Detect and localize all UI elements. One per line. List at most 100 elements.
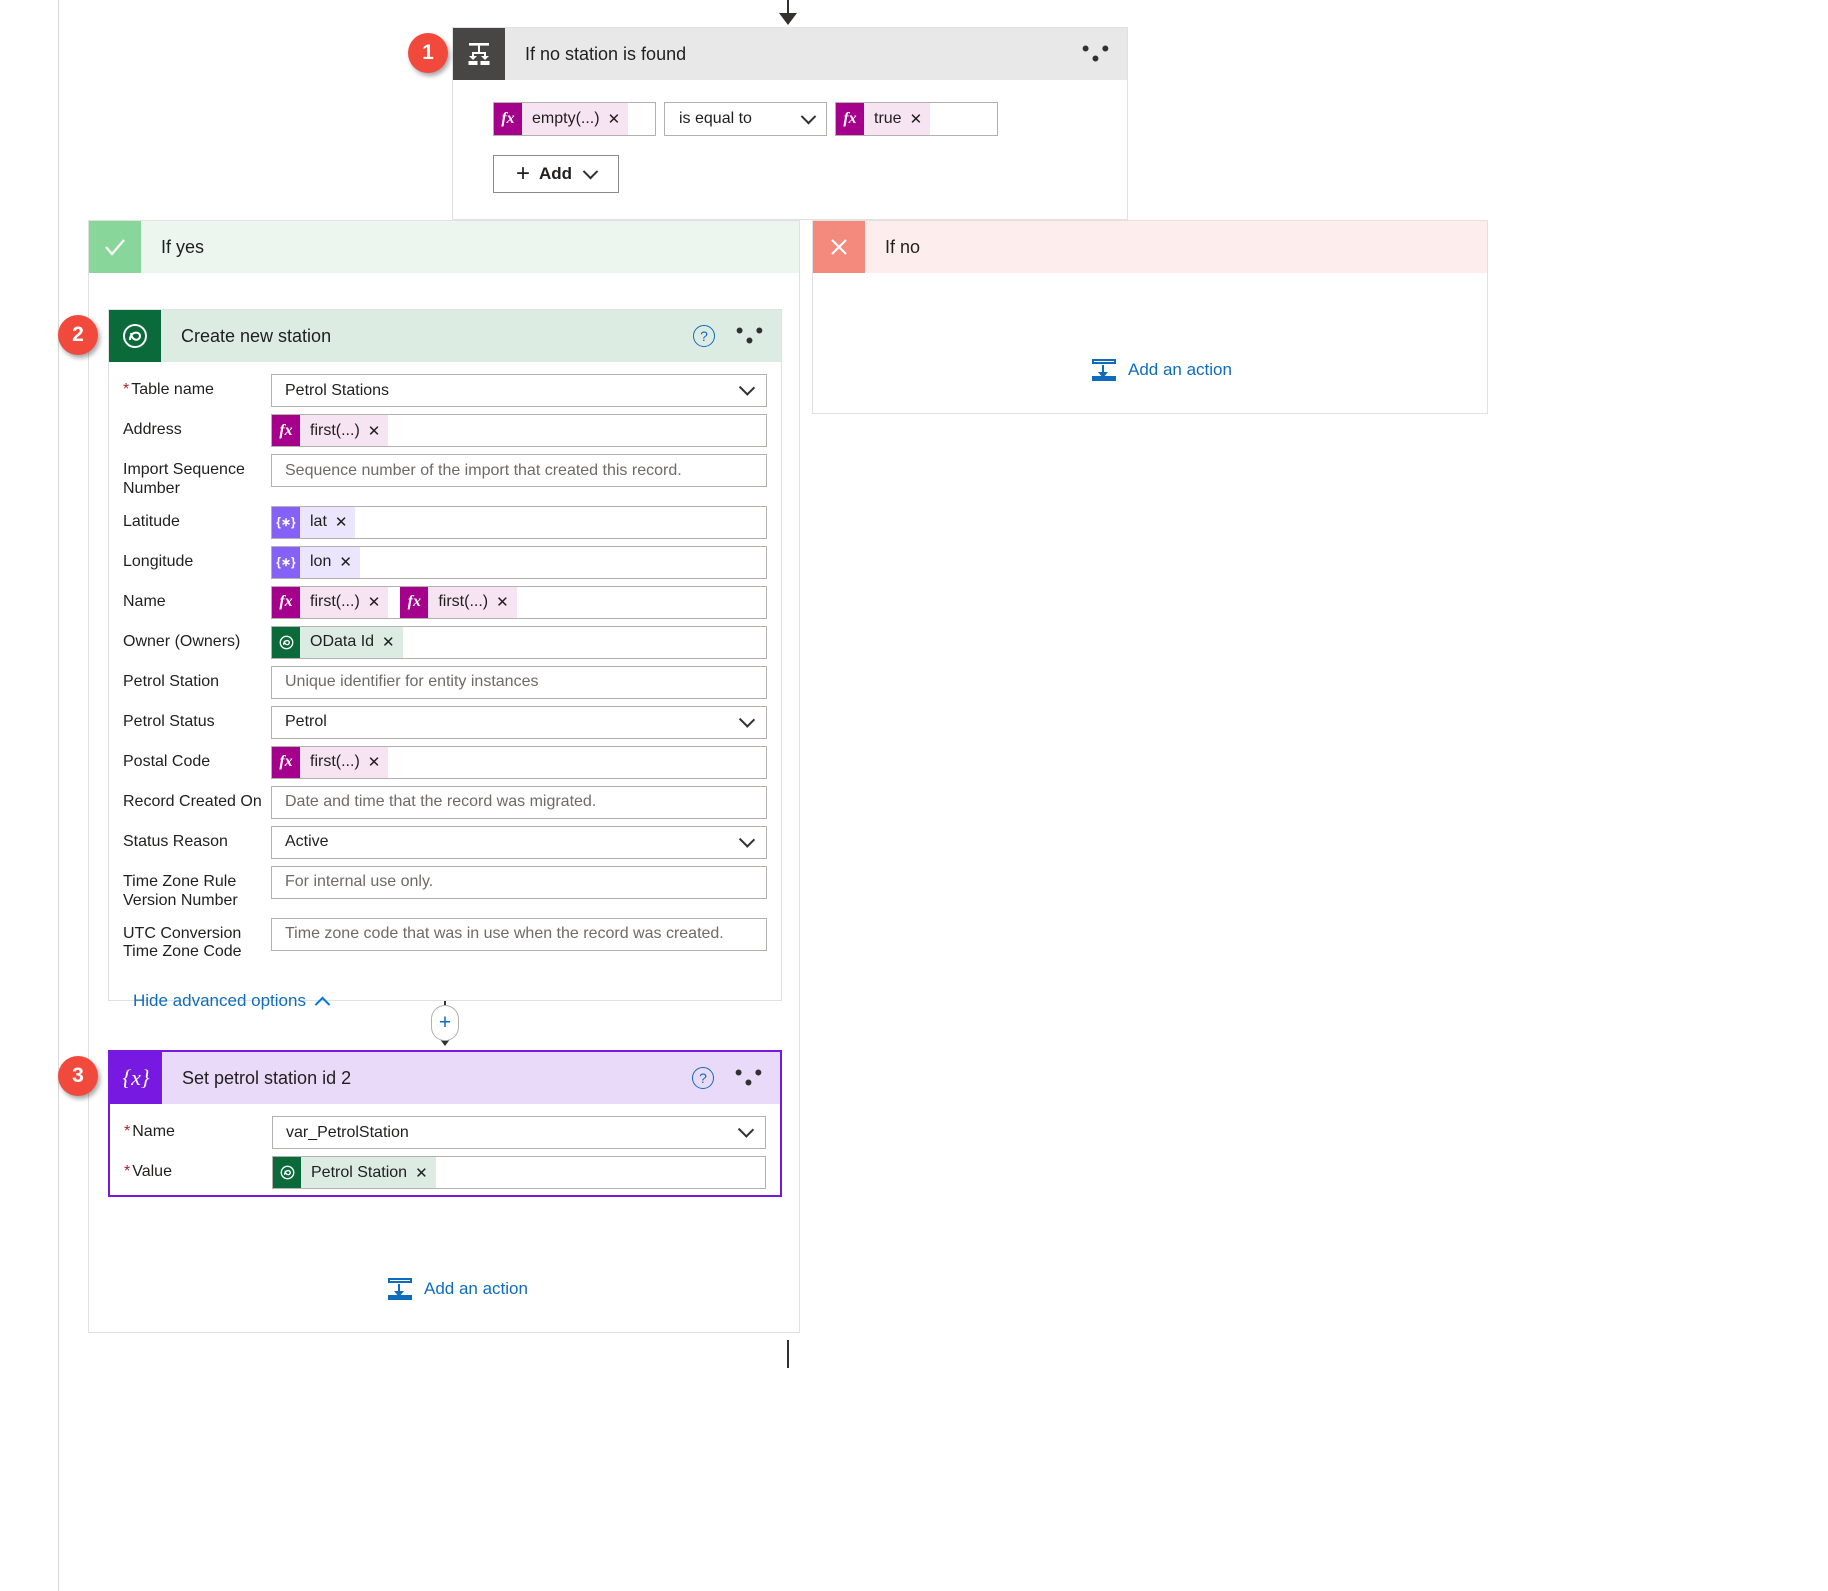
token-remove-icon[interactable]: ✕ xyxy=(382,633,395,651)
field-input[interactable]: Time zone code that was in use when the … xyxy=(271,918,767,951)
field-input[interactable]: Unique identifier for entity instances xyxy=(271,666,767,699)
token-remove-icon[interactable]: ✕ xyxy=(368,422,381,440)
set-petrol-station-id-card[interactable]: {x} Set petrol station id 2 ? • • • * Nam… xyxy=(108,1050,782,1197)
field-input[interactable]: var_PetrolStation xyxy=(272,1116,766,1149)
field-input[interactable]: OData Id✕ xyxy=(271,626,767,659)
expression-icon: {∗} xyxy=(272,507,300,538)
token: fxfirst(...)✕ xyxy=(272,587,388,618)
token: {∗}lon✕ xyxy=(272,547,360,578)
token-remove-icon[interactable]: ✕ xyxy=(496,593,509,611)
chevron-up-icon xyxy=(315,996,331,1012)
token-label: empty(...) ✕ xyxy=(522,103,628,135)
token-label: first(...)✕ xyxy=(300,415,388,446)
condition-right-operand-input[interactable]: fx true ✕ xyxy=(835,102,998,136)
field-label: Time Zone Rule Version Number xyxy=(123,866,271,911)
add-condition-label: Add xyxy=(539,164,572,184)
cross-icon xyxy=(813,221,865,273)
condition-card[interactable]: If no station is found • • • fx empty(..… xyxy=(452,27,1128,220)
field-label-text: Longitude xyxy=(123,553,193,570)
branch-if-yes-label: If yes xyxy=(161,237,204,258)
token: {∗}lat✕ xyxy=(272,507,355,538)
field-label-text: Name xyxy=(132,1123,175,1140)
token-text: true xyxy=(874,110,902,128)
field-label: Address xyxy=(123,414,271,440)
chevron-down-icon xyxy=(801,108,817,124)
token-label: lon ✕ xyxy=(300,547,360,578)
step-badge-3: 3 xyxy=(58,1056,98,1096)
connector-arrow-into-condition xyxy=(779,13,797,25)
form-row: Postal Code fxfirst(...)✕ xyxy=(123,746,767,779)
form-row: Status ReasonActive xyxy=(123,826,767,859)
add-condition-button[interactable]: + Add xyxy=(493,155,619,193)
token-list: OData Id✕ xyxy=(272,627,403,658)
field-value: Petrol xyxy=(285,713,327,731)
field-label-text: Name xyxy=(123,593,166,610)
token-text: first(...) xyxy=(310,593,360,611)
checkmark-icon xyxy=(89,221,141,273)
token-label: Petrol Station✕ xyxy=(301,1157,436,1188)
set-petrol-station-id-more-button[interactable]: • • • xyxy=(734,1068,780,1088)
form-row: *Namevar_PetrolStation xyxy=(124,1116,766,1149)
field-input[interactable]: {∗}lat✕ xyxy=(271,506,767,539)
field-input[interactable]: Sequence number of the import that creat… xyxy=(271,454,767,487)
field-value: Active xyxy=(285,833,329,851)
token-remove-icon[interactable]: ✕ xyxy=(415,1164,428,1182)
set-petrol-station-id-header[interactable]: {x} Set petrol station id 2 ? • • • xyxy=(110,1052,780,1104)
form-row: Time Zone Rule Version Number For interna… xyxy=(123,866,767,911)
insert-step-button[interactable]: + xyxy=(431,1005,459,1041)
field-input[interactable]: fxfirst(...)✕fxfirst(...)✕ xyxy=(271,586,767,619)
field-placeholder: For internal use only. xyxy=(285,873,433,891)
condition-icon xyxy=(453,28,505,80)
field-label: Record Created On xyxy=(123,786,271,812)
form-row: Petrol StationUnique identifier for enti… xyxy=(123,666,767,699)
chevron-down-icon[interactable] xyxy=(739,380,755,396)
field-input[interactable]: For internal use only. xyxy=(271,866,767,899)
add-action-button-if-yes[interactable]: Add an action xyxy=(388,1278,528,1300)
token-remove-icon[interactable]: ✕ xyxy=(368,753,381,771)
chevron-down-icon[interactable] xyxy=(739,711,755,727)
token-remove-icon[interactable]: ✕ xyxy=(368,593,381,611)
help-icon[interactable]: ? xyxy=(693,325,715,347)
fx-icon: fx xyxy=(272,747,300,778)
hide-advanced-options-toggle[interactable]: Hide advanced options xyxy=(133,991,328,1011)
chevron-down-icon[interactable] xyxy=(738,1122,754,1138)
help-icon[interactable]: ? xyxy=(692,1067,714,1089)
field-label-text: Value xyxy=(132,1163,172,1180)
create-new-station-more-button[interactable]: • • • xyxy=(735,326,781,346)
token-remove-icon[interactable]: ✕ xyxy=(910,110,923,128)
insert-action-icon xyxy=(388,1278,412,1300)
field-input[interactable]: Date and time that the record was migrat… xyxy=(271,786,767,819)
required-marker: * xyxy=(124,1163,130,1180)
field-input[interactable]: fxfirst(...)✕ xyxy=(271,746,767,779)
form-row: Addressfxfirst(...)✕ xyxy=(123,414,767,447)
token: fxfirst(...)✕ xyxy=(272,415,388,446)
field-input[interactable]: Petrol xyxy=(271,706,767,739)
condition-card-body: fx empty(...) ✕ is equal to fx true ✕ xyxy=(453,80,1127,219)
condition-card-title: If no station is found xyxy=(525,44,1081,65)
field-input[interactable]: Petrol Station✕ xyxy=(272,1156,766,1189)
token: OData Id✕ xyxy=(272,627,403,658)
field-input[interactable]: {∗}lon✕ xyxy=(271,546,767,579)
field-label-text: Petrol Status xyxy=(123,713,215,730)
token-label: true ✕ xyxy=(864,103,930,135)
create-new-station-header[interactable]: Create new station ? • • • xyxy=(109,310,781,362)
token: Petrol Station✕ xyxy=(273,1157,436,1188)
field-label-text: Postal Code xyxy=(123,753,210,770)
condition-left-operand-input[interactable]: fx empty(...) ✕ xyxy=(493,102,656,136)
form-row: Import Sequence NumberSequence number of… xyxy=(123,454,767,499)
form-row: *Value Petrol Station✕ xyxy=(124,1156,766,1189)
create-new-station-card[interactable]: Create new station ? • • • *Table namePe… xyxy=(108,309,782,1001)
condition-more-button[interactable]: • • • xyxy=(1081,44,1127,64)
token-remove-icon[interactable]: ✕ xyxy=(608,110,621,128)
field-input[interactable]: Petrol Stations xyxy=(271,374,767,407)
token-remove-icon[interactable]: ✕ xyxy=(339,553,352,571)
token-text: lon xyxy=(310,553,331,571)
add-action-button-if-no[interactable]: Add an action xyxy=(1092,359,1232,381)
condition-operator-select[interactable]: is equal to xyxy=(664,102,827,136)
condition-card-header[interactable]: If no station is found • • • xyxy=(453,28,1127,80)
token-remove-icon[interactable]: ✕ xyxy=(335,513,348,531)
chevron-down-icon[interactable] xyxy=(739,831,755,847)
field-input[interactable]: fxfirst(...)✕ xyxy=(271,414,767,447)
field-input[interactable]: Active xyxy=(271,826,767,859)
field-placeholder: Unique identifier for entity instances xyxy=(285,673,538,691)
